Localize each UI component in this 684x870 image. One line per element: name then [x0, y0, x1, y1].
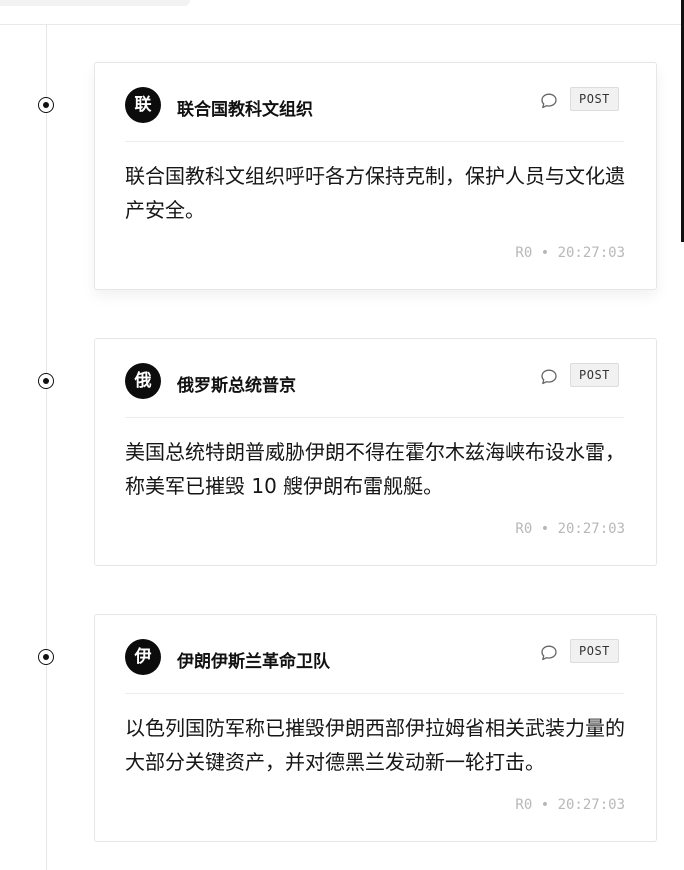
- post-card[interactable]: 伊 伊朗伊斯兰革命卫队 POST 以色列国防军称已摧毁伊朗西部伊拉姆省相关武装力…: [94, 614, 657, 842]
- post-body: 美国总统特朗普威胁伊朗不得在霍尔木兹海峡布设水雷，称美军已摧毁 10 艘伊朗布雷…: [125, 440, 625, 498]
- avatar: 俄: [125, 363, 161, 399]
- post-card[interactable]: 俄 俄罗斯总统普京 POST 美国总统特朗普威胁伊朗不得在霍尔木兹海峡布设水雷，…: [94, 338, 657, 566]
- card-divider: [125, 141, 624, 142]
- feed-entry: 联 联合国教科文组织 POST 联合国教科文组织呼吁各方保持克制，保护人员与文化…: [0, 62, 684, 290]
- card-divider: [125, 693, 624, 694]
- feed-entry: 俄 俄罗斯总统普京 POST 美国总统特朗普威胁伊朗不得在霍尔木兹海峡布设水雷，…: [0, 338, 684, 566]
- feed-entry: 伊 伊朗伊斯兰革命卫队 POST 以色列国防军称已摧毁伊朗西部伊拉姆省相关武装力…: [0, 614, 684, 842]
- post-badge: POST: [570, 87, 619, 111]
- avatar: 伊: [125, 639, 161, 675]
- card-divider: [125, 417, 624, 418]
- comment-icon[interactable]: [539, 367, 559, 387]
- feed: 联 联合国教科文组织 POST 联合国教科文组织呼吁各方保持克制，保护人员与文化…: [0, 0, 684, 870]
- post-badge: POST: [570, 639, 619, 663]
- post-body: 以色列国防军称已摧毁伊朗西部伊拉姆省相关武装力量的大部分关键资产，并对德黑兰发动…: [125, 716, 625, 774]
- source-name[interactable]: 俄罗斯总统普京: [177, 371, 296, 396]
- source-name[interactable]: 伊朗伊斯兰革命卫队: [177, 647, 330, 672]
- comment-icon[interactable]: [539, 91, 559, 111]
- post-card[interactable]: 联 联合国教科文组织 POST 联合国教科文组织呼吁各方保持克制，保护人员与文化…: [94, 62, 657, 290]
- post-meta: R0 • 20:27:03: [515, 521, 625, 537]
- timeline-marker-icon: [38, 649, 54, 665]
- post-meta: R0 • 20:27:03: [515, 245, 625, 261]
- post-body: 联合国教科文组织呼吁各方保持克制，保护人员与文化遗产安全。: [125, 164, 625, 222]
- source-name[interactable]: 联合国教科文组织: [177, 95, 313, 120]
- comment-icon[interactable]: [539, 643, 559, 663]
- timeline-marker-icon: [38, 373, 54, 389]
- post-meta: R0 • 20:27:03: [515, 797, 625, 813]
- timeline-marker-icon: [38, 97, 54, 113]
- post-badge: POST: [570, 363, 619, 387]
- avatar: 联: [125, 87, 161, 123]
